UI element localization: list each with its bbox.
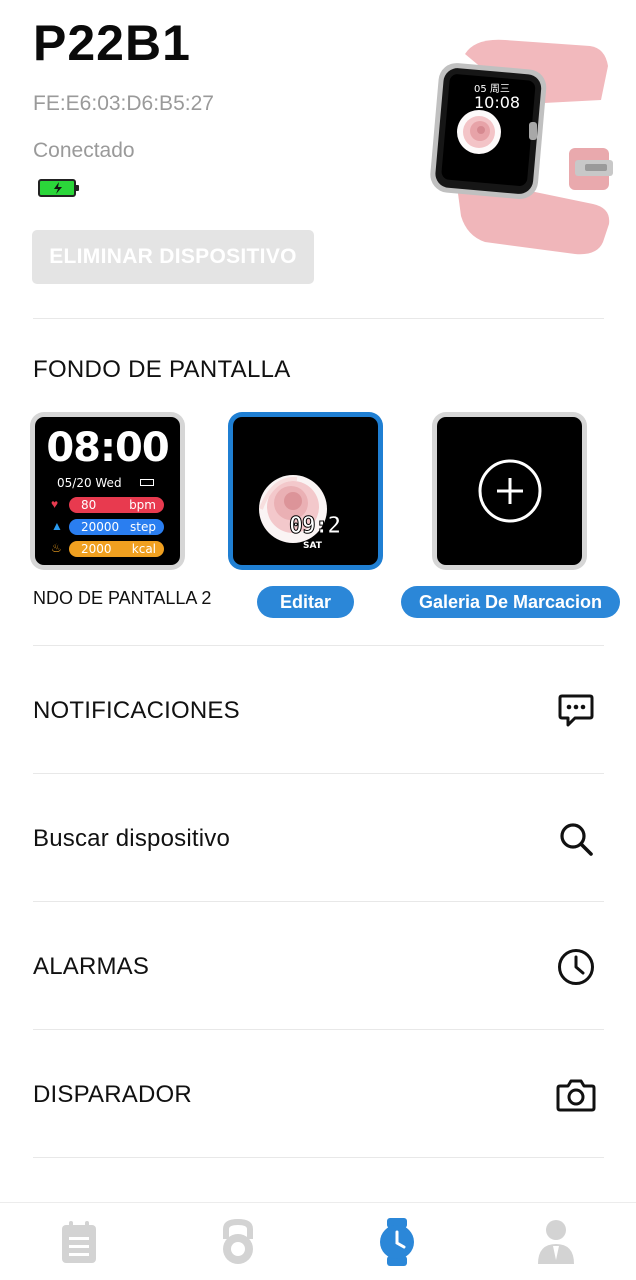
remove-device-button[interactable]: ELIMINAR DISPOSITIVO [32, 230, 314, 284]
watch-face-custom-selected[interactable]: 09:2 SAT [228, 412, 383, 570]
watch-face-label: NDO DE PANTALLA 2 [33, 588, 212, 608]
menu-item-notifications[interactable]: NOTIFICACIONES [0, 647, 636, 774]
face-gallery-button[interactable]: Galeria De Marcacion [401, 586, 620, 618]
menu-item-label: Buscar dispositivo [33, 824, 231, 852]
divider [33, 901, 604, 902]
watch-face-gallery[interactable] [432, 412, 587, 570]
face-calories-row: 2000 kcal [69, 541, 164, 557]
device-name: P22B1 [33, 15, 191, 71]
face-steps-row: 20000 step [69, 519, 164, 535]
menu-item-alarms[interactable]: ALARMAS [0, 903, 636, 1030]
face-date: 05/20 Wed [57, 476, 122, 490]
wallpaper-section-title: FONDO DE PANTALLA [33, 356, 291, 383]
edit-face-button[interactable]: Editar [257, 586, 354, 618]
watch-icon [380, 1218, 414, 1266]
divider [33, 773, 604, 774]
notes-icon [62, 1221, 96, 1263]
menu-item-camera-shutter[interactable]: DISPARADOR [0, 1031, 636, 1158]
face-day: SAT [303, 541, 322, 551]
smartwatch-pink-image [425, 36, 615, 258]
connection-status: Conectado [33, 139, 135, 162]
menu-item-label: ALARMAS [33, 952, 150, 980]
flame-icon: ♨ [51, 541, 62, 555]
user-icon [538, 1220, 574, 1264]
divider [33, 645, 604, 646]
face-heart-rate-row: 80 bpm [69, 497, 164, 513]
face-battery-icon [140, 479, 154, 486]
watch-face-option-2[interactable]: 08:00 05/20 Wed ♥ 80 bpm ▲ 20000 step ♨ … [30, 412, 185, 570]
nav-fitness[interactable] [208, 1215, 268, 1269]
divider [33, 1157, 604, 1158]
kettlebell-icon [223, 1219, 253, 1264]
menu-item-find-device[interactable]: Buscar dispositivo [0, 775, 636, 902]
nav-profile[interactable] [526, 1215, 586, 1269]
shoe-icon: ▲ [51, 519, 63, 533]
menu-item-label: DISPARADOR [33, 1080, 192, 1108]
clock-icon [555, 946, 597, 988]
device-mac-address: FE:E6:03:D6:B5:27 [33, 92, 214, 115]
face-time: 08:00 [46, 425, 169, 471]
camera-icon [555, 1074, 597, 1116]
heart-icon: ♥ [51, 497, 59, 511]
menu-item-label: NOTIFICACIONES [33, 696, 240, 724]
message-dots-icon [555, 690, 597, 732]
search-icon [555, 818, 597, 860]
bottom-navigation [0, 1202, 636, 1280]
hero-watch-rose-image [457, 110, 501, 154]
divider [33, 318, 604, 319]
face-time: 09:2 [288, 513, 341, 540]
battery-charging-icon [38, 179, 79, 197]
nav-device[interactable] [367, 1215, 427, 1269]
hero-watch-time: 10:08 [474, 93, 521, 112]
divider [33, 1029, 604, 1030]
add-circle-icon [478, 459, 541, 523]
nav-notes[interactable] [49, 1215, 109, 1269]
